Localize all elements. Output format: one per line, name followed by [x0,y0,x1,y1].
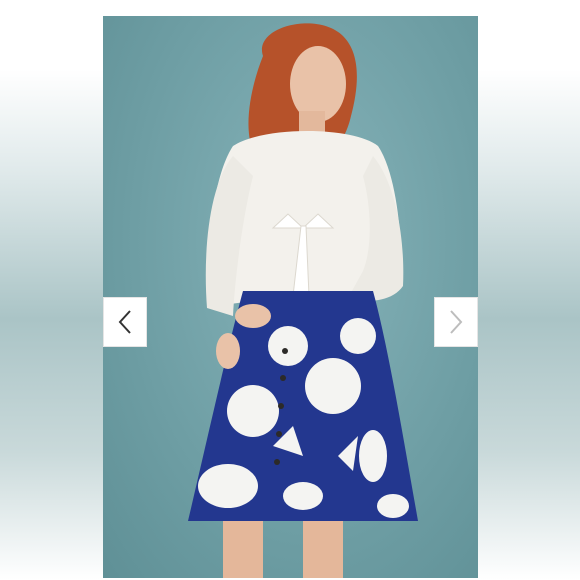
next-image-button[interactable] [434,297,478,347]
hand-shape-2 [216,333,240,369]
chevron-right-icon [450,310,463,334]
right-backdrop [478,0,580,580]
model-illustration [188,23,418,578]
hand-shape [235,304,271,328]
product-photo [103,16,478,578]
right-leg-shape [303,521,343,578]
chevron-left-icon [118,310,131,334]
left-leg-shape [223,521,263,578]
face-shape [290,46,346,122]
previous-image-button[interactable] [103,297,147,347]
left-backdrop [0,0,103,580]
